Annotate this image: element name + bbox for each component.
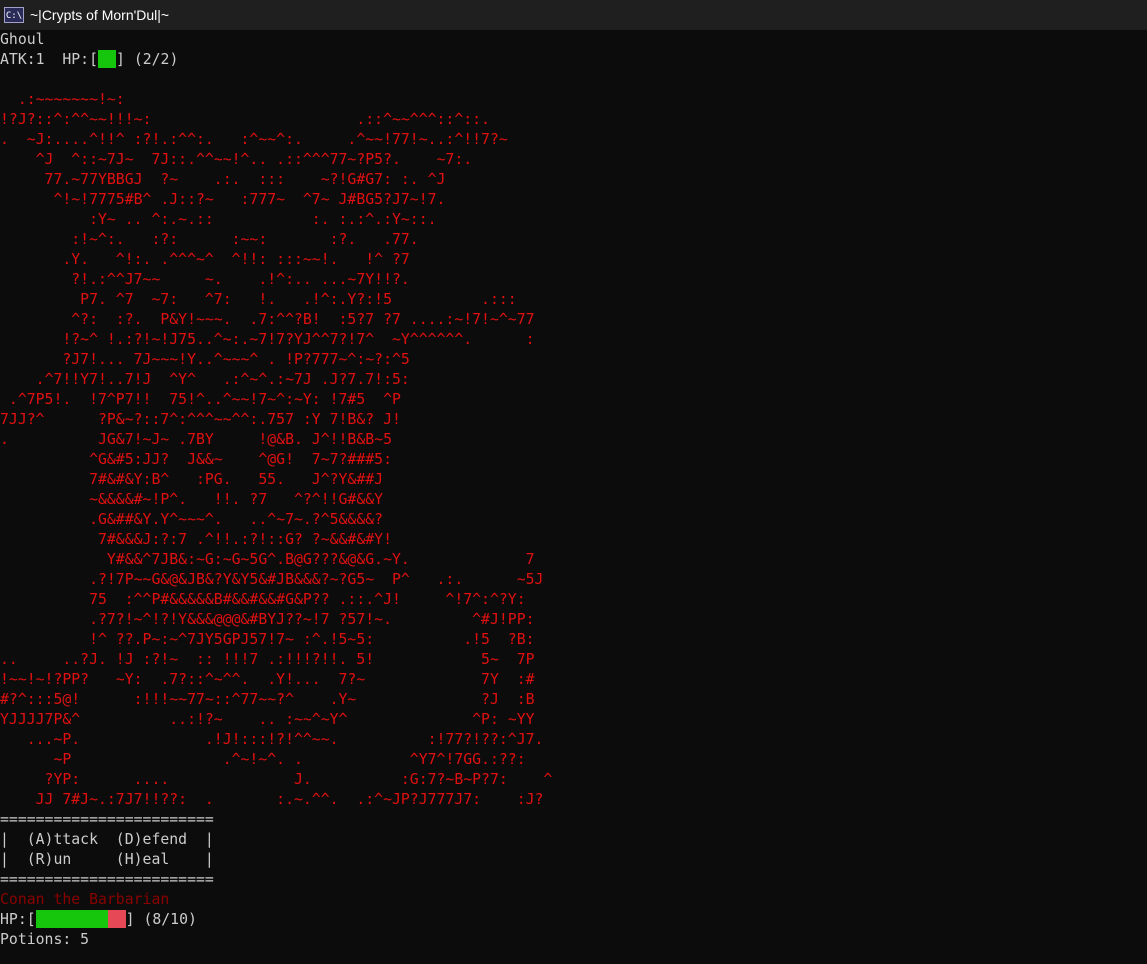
ascii-art-line: .?!7P~~G&@&JB&?Y&Y5&#JB&&&?~?G5~ P^ .:. … <box>0 571 544 588</box>
ascii-art-line: .^7P5!. !7^P7!! 75!^..^~~!7~^:~Y: !7#5 ^… <box>0 391 401 408</box>
ascii-art-line: JJ 7#J~.:7J7!!??: . :.~.^^. .:^~JP?J777J… <box>0 791 544 808</box>
ascii-art-line: . ~J:....^!!^ :?!.:^^:. :^~~^:. .^~~!77!… <box>0 131 508 148</box>
ascii-art-line: !~~!~!?PP? ~Y: .7?::^~^^. .Y!... 7?~ 7Y … <box>0 671 535 688</box>
ascii-art-line: Y#&&^7JB&:~G:~G~5G^.B@G???&@&G.~Y. 7 <box>0 551 535 568</box>
enemy-hp-bar <box>98 50 116 68</box>
ascii-art-line: .?7?!~^!?!Y&&&@@@&#BYJ??~!7 ?57!~. ^#J!P… <box>0 611 535 628</box>
ascii-art-line: !?J?::^:^^~~!!!~: .::^~~^^^::^::. <box>0 111 490 128</box>
terminal-output: Ghoul ATK:1 HP:[] (2/2) .:~~~~~~~!~: !?J?… <box>0 30 1147 964</box>
ascii-art-line: ...~P. .!J!:::!?!^^~~. :!77?!??:^J7. <box>0 731 544 748</box>
ascii-art-line: 77.~77YBBGJ ?~ .:. ::: ~?!G#G7: :. ^J <box>0 171 446 188</box>
enemy-hp-text: ] (2/2) <box>116 51 179 68</box>
ascii-art-line: !^ ??.P~:~^7JY5GPJ57!7~ :^.!5~5: .!5 ?B: <box>0 631 535 648</box>
ascii-art-line: #?^:::5@! :!!!~~77~::^77~~?^ .Y~ ?J :B <box>0 691 535 708</box>
ascii-art-line: ?!.:^^J7~~ ~. .!^:.. ...~7Y!!?. <box>0 271 410 288</box>
ascii-art-line: .G&##&Y.Y^~~~^. ..^~7~.?^5&&&&? <box>0 511 384 528</box>
terminal-icon: C:\ <box>4 7 24 23</box>
ascii-art-line: :!~^:. :?: :~~: :?. .77. <box>0 231 419 248</box>
ascii-art-line: 7#&#&Y:B^ :PG. 55. J^?Y&##J <box>0 471 384 488</box>
menu-row-run-heal: | (R)un (H)eal | <box>0 851 214 868</box>
player-name: Conan the Barbarian <box>0 891 170 908</box>
ascii-art-line <box>0 70 1147 90</box>
ascii-art-line: . JG&7!~J~ .7BY !@&B. J^!!B&B~5 <box>0 431 392 448</box>
enemy-stats-label: ATK:1 HP:[ <box>0 51 98 68</box>
title-bar: C:\ ~|Crypts of Morn'Dul|~ <box>0 0 1147 30</box>
ascii-art-line: .^7!!Y7!..7!J ^Y^ .:^~^.:~7J .J?7.7!:5: <box>0 371 410 388</box>
ascii-art-line: ~P .^~!~^. . ^Y7^!7GG.:??: <box>0 751 526 768</box>
ascii-art-line: ^!~!7775#B^ .J::?~ :777~ ^7~ J#BG5?J7~!7… <box>0 191 446 208</box>
player-hp: HP:[ ] (8/10) <box>0 910 1147 930</box>
ascii-art-line: .:~~~~~~~!~: <box>0 91 125 108</box>
ascii-art-line: 7JJ?^ ?P&~?::7^:^^^~~^^:.757 :Y 7!B&? J! <box>0 411 401 428</box>
player-hp-label: HP:[ <box>0 911 36 928</box>
menu-bottom-rule: ======================== <box>0 871 214 888</box>
ascii-art-line: ^J ^::~7J~ 7J::.^^~~!^.. .::^^^77~?P5?. … <box>0 151 473 168</box>
ascii-art-line: ~&&&&#~!P^. !!. ?7 ^?^!!G#&&Y <box>0 491 384 508</box>
ascii-art-line: .. ..?J. !J :?!~ :: !!!7 .:!!!?!!. 5! 5~… <box>0 651 535 668</box>
ascii-art-line: ?J7!... 7J~~~!Y..^~~~^ . !P?777~^:~?:^5 <box>0 351 410 368</box>
ascii-art-line: !?~^ !.:?!~!J75..^~:.~7!7?YJ^^7?!7^ ~Y^^… <box>0 331 535 348</box>
enemy-stats: ATK:1 HP:[ ] (2/2) <box>0 50 1147 70</box>
ascii-art: .:~~~~~~~!~:!?J?::^:^^~~!!!~: .::^~~^^^:… <box>0 70 1147 810</box>
menu-row-attack-defend: | (A)ttack (D)efend | <box>0 831 214 848</box>
ascii-art-line: ^G&#5:JJ? J&&~ ^@G! 7~7?###5: <box>0 451 392 468</box>
ascii-art-line: ^?: :?. P&Y!~~~. .7:^^?B! :5?7 ?7 ....:~… <box>0 311 535 328</box>
enemy-name: Ghoul <box>0 31 45 48</box>
potions-count: Potions: 5 <box>0 931 90 948</box>
ascii-art-line: .Y. ^!:. .^^^~^ ^!!: :::~~!. !^ ?7 <box>0 251 410 268</box>
player-hp-bar-filled <box>35 910 108 928</box>
ascii-art-line: P7. ^7 ~7: ^7: !. .!^:.Y?:!5 .::: <box>0 291 517 308</box>
menu-top-rule: ======================== <box>0 811 214 828</box>
ascii-art-line: :Y~ .. ^:.~.:: :. :.:^.:Y~::. <box>0 211 437 228</box>
ascii-art-line: YJJJJ7P&^ ..:!?~ .. :~~^~Y^ ^P: ~YY <box>0 711 535 728</box>
window-title: ~|Crypts of Morn'Dul|~ <box>30 7 170 23</box>
player-hp-text: ] (8/10) <box>125 911 197 928</box>
ascii-art-line: ?YP: .... J. :G:7?~B~P?7: ^ <box>0 771 553 788</box>
player-hp-bar-missing <box>107 910 126 928</box>
ascii-art-line: 75 :^^P#&&&&&B#&&#&&#G&P?? .::.^J! ^!7^:… <box>0 591 526 608</box>
ascii-art-line: 7#&&&J:?:7 .^!!.:?!::G? ?~&&#&#Y! <box>0 531 392 548</box>
